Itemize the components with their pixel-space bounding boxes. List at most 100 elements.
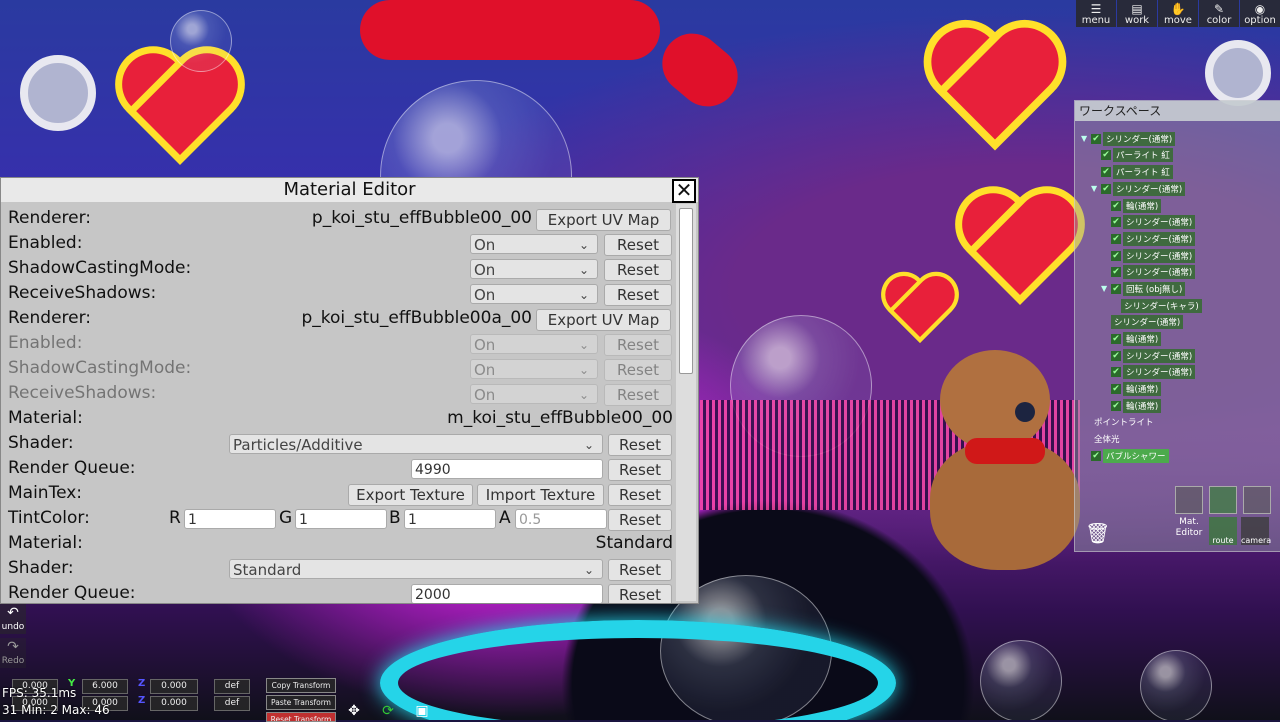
reset-button[interactable]: Reset [604, 234, 672, 256]
scale-gizmo-icon[interactable]: ▣ [411, 703, 433, 720]
reset-button[interactable]: Reset [608, 584, 672, 603]
trash-icon[interactable]: 🗑 [1085, 521, 1110, 545]
workspace-action-button[interactable] [1243, 486, 1271, 514]
route-button[interactable]: route [1209, 517, 1237, 545]
camera-button[interactable]: camera [1241, 517, 1271, 545]
chevron-down-icon: ⌄ [578, 238, 589, 252]
workspace-node[interactable]: ✔ バブルシャワー [1081, 448, 1271, 464]
workspace-node[interactable]: ✔ 輪(通常) [1081, 381, 1271, 397]
copy-transform-button[interactable]: Copy Transform [266, 678, 336, 693]
export-uv-map-button[interactable]: Export UV Map [536, 309, 671, 331]
workspace-node[interactable]: ✔ シリンダー(通常) [1081, 231, 1271, 247]
position-def-button[interactable]: def [214, 679, 250, 694]
workspace-node[interactable]: ▼ ✔ シリンダー(通常) [1081, 181, 1271, 197]
workspace-node[interactable]: ✔ シリンダー(通常) [1081, 248, 1271, 264]
render-queue-input[interactable]: 4990 [411, 459, 603, 479]
workspace-node[interactable]: シリンダー(通常) [1081, 315, 1271, 331]
shader-select[interactable]: Standard ⌄ [229, 559, 603, 579]
reset-button[interactable]: Reset [604, 259, 672, 281]
render-queue-input[interactable]: 2000 [411, 584, 603, 603]
shadow-casting-select[interactable]: On ⌄ [470, 259, 598, 279]
workspace-node[interactable]: シリンダー(キャラ) [1081, 298, 1271, 314]
receive-shadows-select[interactable]: On ⌄ [470, 284, 598, 304]
shadow-casting-select[interactable]: On ⌄ [470, 359, 598, 379]
workspace-action-button[interactable] [1175, 486, 1203, 514]
workspace-node[interactable]: ✔ シリンダー(通常) [1081, 214, 1271, 230]
close-icon[interactable]: ✕ [672, 179, 696, 203]
workspace-node[interactable]: ✔ 輪(通常) [1081, 198, 1271, 214]
checkbox-icon[interactable]: ✔ [1111, 233, 1121, 244]
checkbox-icon[interactable]: ✔ [1111, 350, 1121, 361]
a-channel-input[interactable]: 0.5 [515, 509, 607, 529]
checkbox-icon[interactable]: ✔ [1091, 450, 1101, 461]
position-z-field[interactable]: 0.000 [150, 679, 198, 694]
redo-button[interactable]: ↷ Redo [0, 638, 26, 668]
workspace-node[interactable]: ✔ シリンダー(通常) [1081, 348, 1271, 364]
rotation-def-button[interactable]: def [214, 696, 250, 711]
mat-editor-button[interactable]: Mat. Editor [1175, 517, 1203, 539]
reset-button[interactable]: Reset [608, 559, 672, 581]
paste-transform-button[interactable]: Paste Transform [266, 695, 336, 710]
export-texture-button[interactable]: Export Texture [348, 484, 473, 506]
rotation-z-field[interactable]: 0.000 [150, 696, 198, 711]
material-editor-titlebar[interactable]: Material Editor ✕ [1, 178, 698, 203]
reset-transform-button[interactable]: Reset Transform [266, 712, 336, 722]
g-channel-input[interactable]: 1 [295, 509, 387, 529]
work-button[interactable]: ▤ work [1117, 0, 1157, 27]
checkbox-icon[interactable]: ✔ [1111, 200, 1121, 211]
workspace-node[interactable]: ▼ ✔ 回転 (obj無し) [1081, 281, 1271, 297]
color-button[interactable]: ✎ color [1199, 0, 1239, 27]
checkbox-icon[interactable]: ✔ [1101, 150, 1111, 161]
expand-arrow-icon[interactable]: ▼ [1081, 134, 1091, 143]
checkbox-icon[interactable]: ✔ [1111, 334, 1121, 344]
export-uv-map-button[interactable]: Export UV Map [536, 209, 671, 231]
checkbox-icon[interactable]: ✔ [1111, 367, 1121, 378]
checkbox-icon[interactable]: ✔ [1111, 267, 1121, 278]
workspace-node[interactable]: ✔ シリンダー(通常) [1081, 265, 1271, 281]
checkbox-icon[interactable]: ✔ [1111, 217, 1121, 228]
move-gizmo-icon[interactable]: ✥ [343, 703, 365, 720]
reset-button[interactable]: Reset [604, 384, 672, 406]
workspace-action-button[interactable] [1209, 486, 1237, 514]
scrollbar-thumb[interactable] [679, 208, 693, 374]
import-texture-button[interactable]: Import Texture [477, 484, 604, 506]
reset-button[interactable]: Reset [608, 509, 672, 531]
editor-scrollbar[interactable] [676, 204, 696, 601]
workspace-node[interactable]: ✔ 輪(通常) [1081, 398, 1271, 414]
checkbox-icon[interactable]: ✔ [1111, 250, 1121, 261]
workspace-node[interactable]: ✔ 輪(通常) [1081, 331, 1271, 347]
move-button[interactable]: ✋ move [1158, 0, 1198, 27]
workspace-node[interactable]: ポイントライト [1081, 415, 1271, 431]
option-button[interactable]: ◉ option [1240, 0, 1280, 27]
receive-shadows-select[interactable]: On ⌄ [470, 384, 598, 404]
workspace-node[interactable]: ✔ シリンダー(通常) [1081, 365, 1271, 381]
shader-select[interactable]: Particles/Additive ⌄ [229, 434, 603, 454]
expand-arrow-icon[interactable]: ▼ [1101, 284, 1111, 293]
undo-button[interactable]: ↶ undo [0, 604, 26, 634]
menu-button[interactable]: ☰ menu [1076, 0, 1116, 27]
reset-button[interactable]: Reset [608, 484, 672, 506]
workspace-node[interactable]: ✔ パーライト 紅 [1081, 148, 1271, 164]
b-channel-input[interactable]: 1 [404, 509, 496, 529]
checkbox-icon[interactable]: ✔ [1111, 384, 1121, 395]
bubble-decoration [1140, 650, 1212, 720]
enabled-select[interactable]: On ⌄ [470, 234, 598, 254]
rotate-gizmo-icon[interactable]: ⟳ [377, 703, 399, 720]
checkbox-icon[interactable]: ✔ [1101, 183, 1111, 194]
checkbox-icon[interactable]: ✔ [1091, 133, 1101, 144]
workspace-node[interactable]: 全体光 [1081, 431, 1271, 447]
expand-arrow-icon[interactable]: ▼ [1091, 184, 1101, 193]
position-y-field[interactable]: 6.000 [82, 679, 128, 694]
workspace-node[interactable]: ▼ ✔ シリンダー(通常) [1081, 131, 1271, 147]
r-channel-input[interactable]: 1 [184, 509, 276, 529]
checkbox-icon[interactable]: ✔ [1111, 283, 1121, 294]
workspace-node[interactable]: ✔ パーライト 紅 [1081, 164, 1271, 180]
reset-button[interactable]: Reset [608, 459, 672, 481]
checkbox-icon[interactable]: ✔ [1111, 400, 1121, 411]
checkbox-icon[interactable]: ✔ [1101, 167, 1111, 178]
reset-button[interactable]: Reset [604, 334, 672, 356]
reset-button[interactable]: Reset [608, 434, 672, 456]
reset-button[interactable]: Reset [604, 284, 672, 306]
reset-button[interactable]: Reset [604, 359, 672, 381]
enabled-select[interactable]: On ⌄ [470, 334, 598, 354]
